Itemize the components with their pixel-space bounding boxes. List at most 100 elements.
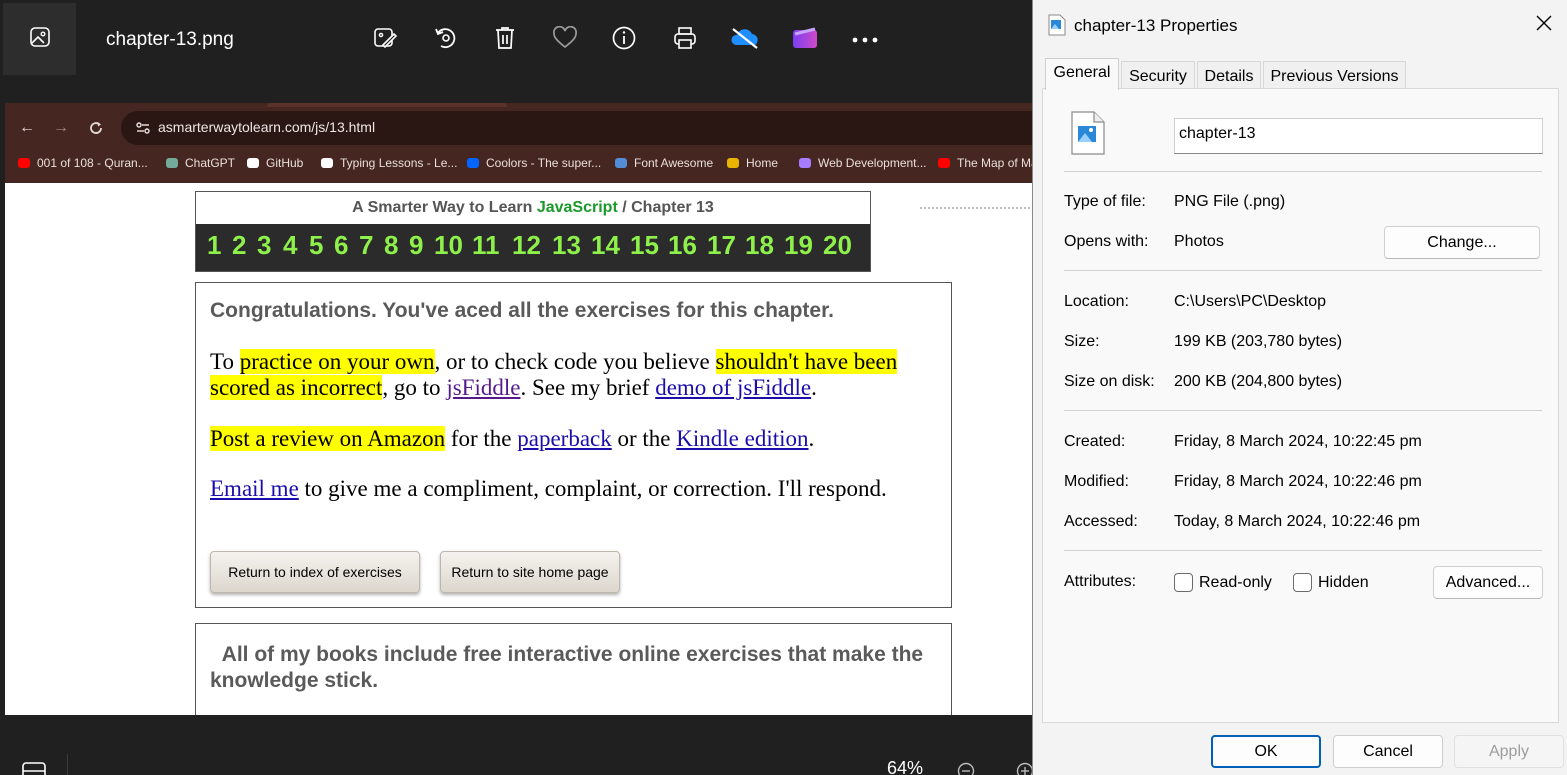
bookmark-item: Typing Lessons - Le... [320, 153, 457, 173]
clipchamp-icon [791, 26, 819, 55]
bookmark-label: Typing Lessons - Le... [340, 156, 458, 170]
location-label: Location: [1064, 293, 1129, 310]
divider [67, 754, 68, 775]
divider [1064, 171, 1542, 172]
cancel-button[interactable]: Cancel [1333, 735, 1443, 768]
zoom-out-icon[interactable] [957, 762, 975, 775]
youtube-icon [17, 156, 31, 170]
photo-canvas: ← → asmarterwaytolearn.com/js/13.html 00… [5, 103, 1032, 715]
youtube-icon [937, 156, 951, 170]
favorite-button[interactable] [547, 22, 583, 58]
filmstrip-icon[interactable] [22, 762, 46, 775]
attributes-label: Attributes: [1064, 573, 1137, 590]
reload-icon [84, 116, 108, 140]
chapter-number: 4 [283, 230, 298, 260]
opens-with-value: Photos [1174, 233, 1224, 250]
close-button[interactable] [1521, 0, 1567, 50]
chapter-number: 15 [630, 230, 659, 260]
created-label: Created: [1064, 433, 1126, 450]
more-icon [851, 31, 879, 49]
file-name-input[interactable]: chapter-13 [1174, 118, 1543, 154]
apply-button[interactable]: Apply [1454, 735, 1564, 768]
coolors-icon [466, 156, 480, 170]
readonly-checkbox[interactable]: Read-only [1174, 573, 1272, 592]
text: to give me a compliment, complaint, or c… [298, 476, 887, 501]
dotted-divider [920, 207, 1030, 209]
paperback-link: paperback [517, 426, 612, 451]
ok-button[interactable]: OK [1211, 735, 1321, 768]
delete-button[interactable] [487, 22, 523, 58]
hidden-label: Hidden [1318, 573, 1369, 591]
opens-with-label: Opens with: [1064, 233, 1149, 250]
rotate-button[interactable] [427, 22, 463, 58]
chatgpt-icon [165, 156, 179, 170]
accessed-value: Today, 8 March 2024, 10:22:46 pm [1174, 513, 1421, 530]
bookmark-item: Home [726, 153, 778, 173]
rotate-icon [432, 25, 458, 56]
home-image-icon [726, 156, 740, 170]
browser-chrome: ← → asmarterwaytolearn.com/js/13.html 00… [5, 103, 1032, 183]
print-button[interactable] [667, 22, 703, 58]
webpage-content: A Smarter Way to Learn JavaScript / Chap… [5, 183, 1032, 715]
browser-tab [267, 103, 507, 107]
chapter-number: 10 [434, 230, 463, 260]
bookmark-label: 001 of 108 - Quran... [37, 156, 148, 170]
webdev-icon [798, 156, 812, 170]
bookmark-label: ChatGPT [185, 156, 236, 170]
congratulations-box: Congratulations. You've aced all the exe… [195, 282, 952, 608]
hidden-checkbox[interactable]: Hidden [1293, 573, 1369, 592]
chapter-number: 5 [309, 230, 324, 260]
type-value: PNG File (.png) [1174, 193, 1286, 210]
onedrive-button[interactable] [727, 22, 763, 58]
congratulations-heading: Congratulations. You've aced all the exe… [210, 299, 834, 322]
chapter-header-box: A Smarter Way to Learn JavaScript / Chap… [195, 191, 871, 272]
back-icon: ← [19, 119, 35, 136]
change-button[interactable]: Change... [1384, 226, 1540, 259]
books-text-content: All of my books include free interactive… [210, 643, 924, 692]
checkbox-box[interactable] [1174, 573, 1193, 592]
book-title-prefix: A Smarter Way to Learn [352, 199, 533, 216]
size-value: 199 KB (203,780 bytes) [1174, 333, 1343, 350]
bookmark-label: Coolors - The super... [486, 156, 602, 170]
jsfiddle-link: jsFiddle [446, 375, 521, 400]
chapter-number: 20 [823, 230, 852, 260]
book-title-js: JavaScript [536, 199, 618, 216]
chapter-number: 17 [707, 230, 736, 260]
chapter-number: 19 [784, 230, 813, 260]
onedrive-off-icon [729, 26, 761, 55]
chapter-number: 2 [232, 230, 247, 260]
chapter-number: 12 [512, 230, 541, 260]
dialog-title: chapter-13 Properties [1074, 16, 1238, 35]
chapter-number: 11 [472, 230, 500, 260]
text: To [210, 349, 240, 374]
address-bar: asmarterwaytolearn.com/js/13.html [121, 111, 1032, 145]
text: , go to [382, 375, 447, 400]
tab-general[interactable]: General [1045, 58, 1119, 90]
text: , or to check code you believe [434, 349, 716, 374]
image-file-icon [1047, 14, 1067, 41]
heart-icon [552, 25, 578, 55]
divider [1064, 410, 1542, 411]
more-options-button[interactable] [847, 22, 883, 58]
tab-details[interactable]: Details [1197, 61, 1261, 89]
info-button[interactable] [606, 22, 642, 58]
print-icon [672, 25, 698, 56]
edit-image-button[interactable] [367, 22, 403, 58]
highlighted-text: Post a review on Amazon [210, 426, 446, 451]
text: or the [611, 426, 677, 451]
general-panel: chapter-13 Type of file: PNG File (.png)… [1042, 88, 1559, 723]
tab-security[interactable]: Security [1121, 61, 1195, 89]
bookmark-item: The Map of Ma [937, 153, 1032, 173]
github-icon [246, 156, 260, 170]
advanced-button[interactable]: Advanced... [1433, 566, 1543, 599]
chapter-header-title: A Smarter Way to Learn JavaScript / Chap… [196, 192, 870, 224]
clipchamp-button[interactable] [787, 22, 823, 58]
size-label: Size: [1064, 333, 1100, 350]
zoom-level: 64% [887, 758, 924, 775]
tab-previous-versions[interactable]: Previous Versions [1263, 61, 1406, 89]
gallery-button[interactable] [3, 3, 76, 75]
kindle-link: Kindle edition [676, 426, 809, 451]
delete-icon [493, 25, 517, 56]
text: . [808, 426, 815, 451]
checkbox-box[interactable] [1293, 573, 1312, 592]
